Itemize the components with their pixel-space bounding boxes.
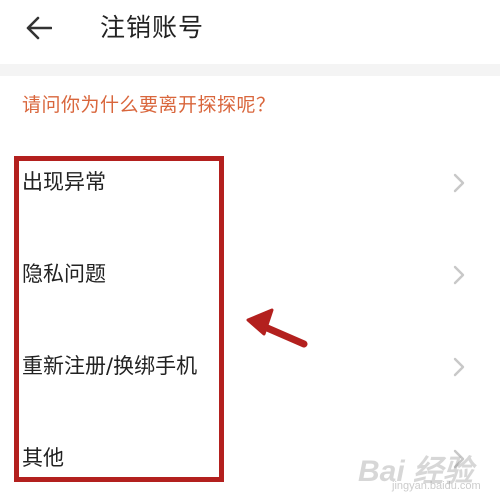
reason-label: 出现异常 (22, 170, 106, 194)
screen: 注销账号 请问你为什么要离开探探呢？ 出现异常 隐私问题 重新注册/换绑手机 其… (0, 0, 500, 500)
reason-item-privacy[interactable]: 隐私问题 (0, 230, 500, 322)
reason-label: 隐私问题 (22, 262, 106, 286)
question-text: 请问你为什么要离开探探呢？ (22, 94, 276, 116)
reason-item-abnormal[interactable]: 出现异常 (0, 138, 500, 230)
reason-item-reregister[interactable]: 重新注册/换绑手机 (0, 322, 500, 414)
chevron-right-icon (453, 173, 465, 193)
chevron-right-icon (453, 449, 465, 469)
reason-label: 重新注册/换绑手机 (22, 354, 198, 378)
section-divider (0, 64, 500, 76)
reason-item-other[interactable]: 其他 (0, 414, 500, 500)
chevron-right-icon (453, 357, 465, 377)
header-bar: 注销账号 (0, 0, 500, 64)
page-title: 注销账号 (100, 13, 205, 42)
arrow-left-icon (26, 16, 52, 40)
reason-label: 其他 (22, 446, 64, 470)
back-button[interactable] (14, 8, 62, 48)
chevron-right-icon (453, 265, 465, 285)
